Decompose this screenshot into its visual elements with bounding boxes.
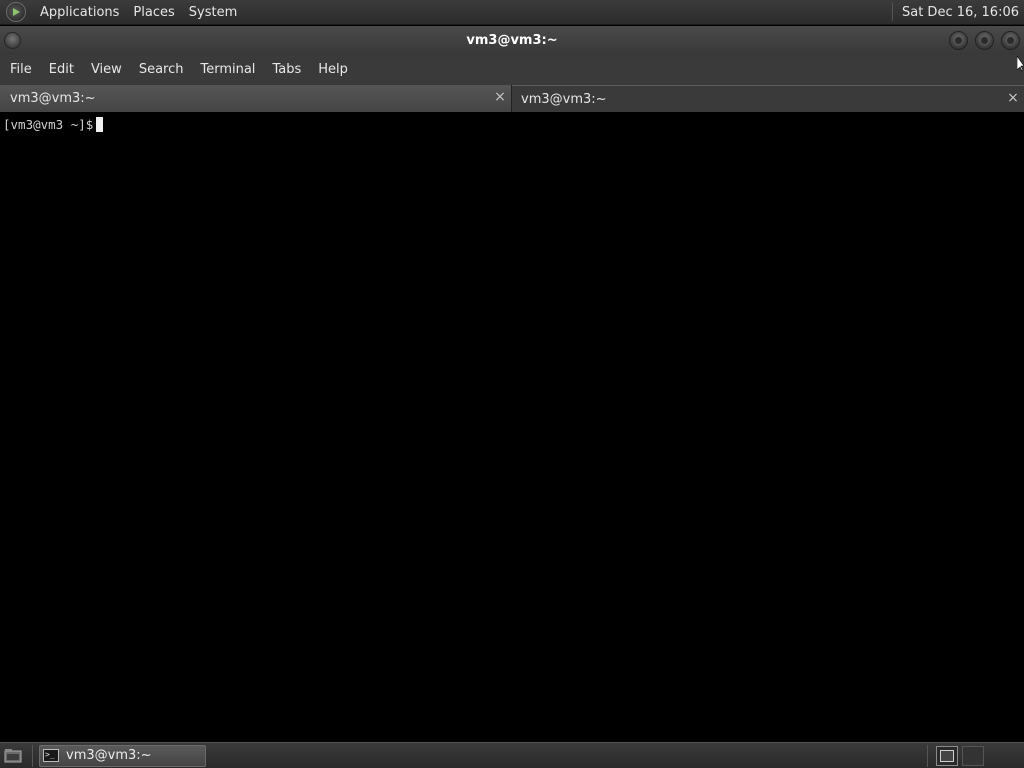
taskbar-terminal-button[interactable]: >_ vm3@vm3:~ [39,744,206,767]
window-menu-icon[interactable] [4,32,21,49]
text-cursor [96,117,104,132]
tab-1-label: vm3@vm3:~ [10,91,96,106]
taskbar-terminal-label: vm3@vm3:~ [66,748,152,763]
applications-menu[interactable]: Applications [33,0,126,25]
mouse-pointer-icon [1017,56,1024,72]
close-button[interactable] [1001,31,1020,50]
menu-terminal[interactable]: Terminal [193,55,262,85]
workspace-2-button[interactable] [962,746,984,766]
tab-bar: vm3@vm3:~ × vm3@vm3:~ × [0,85,1024,112]
system-menu[interactable]: System [182,0,244,25]
minimize-button[interactable] [949,31,968,50]
terminal-icon: >_ [43,749,59,762]
close-icon [1006,36,1015,45]
panel-separator [32,744,33,767]
distro-logo-icon[interactable] [6,2,26,22]
menu-file[interactable]: File [3,55,39,85]
window-titlebar[interactable]: vm3@vm3:~ [0,26,1024,55]
menu-tabs[interactable]: Tabs [265,55,308,85]
top-panel: Applications Places System Sat Dec 16, 1… [0,0,1024,25]
tab-2-close-icon[interactable]: × [1006,91,1020,105]
menu-view[interactable]: View [84,55,129,85]
tab-2[interactable]: vm3@vm3:~ × [512,85,1024,112]
prompt-line: [vm3@vm3 ~]$ [3,116,1024,133]
panel-separator [927,745,928,767]
menu-help[interactable]: Help [311,55,355,85]
terminal-area[interactable]: [vm3@vm3 ~]$ [0,112,1024,742]
maximize-button[interactable] [975,31,994,50]
shell-prompt: [vm3@vm3 ~]$ [3,117,94,132]
workspace-1-button[interactable] [936,746,958,766]
window-title: vm3@vm3:~ [466,33,558,48]
maximize-icon [980,36,989,45]
places-menu[interactable]: Places [126,0,181,25]
show-desktop-icon [4,749,22,763]
menubar: File Edit View Search Terminal Tabs Help [0,55,1024,85]
tab-1[interactable]: vm3@vm3:~ × [0,85,512,112]
bottom-panel: >_ vm3@vm3:~ [0,742,1024,768]
workspace-window-thumbnail [940,750,954,762]
minimize-icon [954,36,963,45]
menu-edit[interactable]: Edit [42,55,81,85]
show-desktop-button[interactable] [2,746,24,766]
clock[interactable]: Sat Dec 16, 16:06 [902,5,1024,20]
menu-search[interactable]: Search [132,55,191,85]
tab-1-close-icon[interactable]: × [493,90,507,104]
tab-2-label: vm3@vm3:~ [521,91,607,107]
panel-separator [891,3,893,21]
